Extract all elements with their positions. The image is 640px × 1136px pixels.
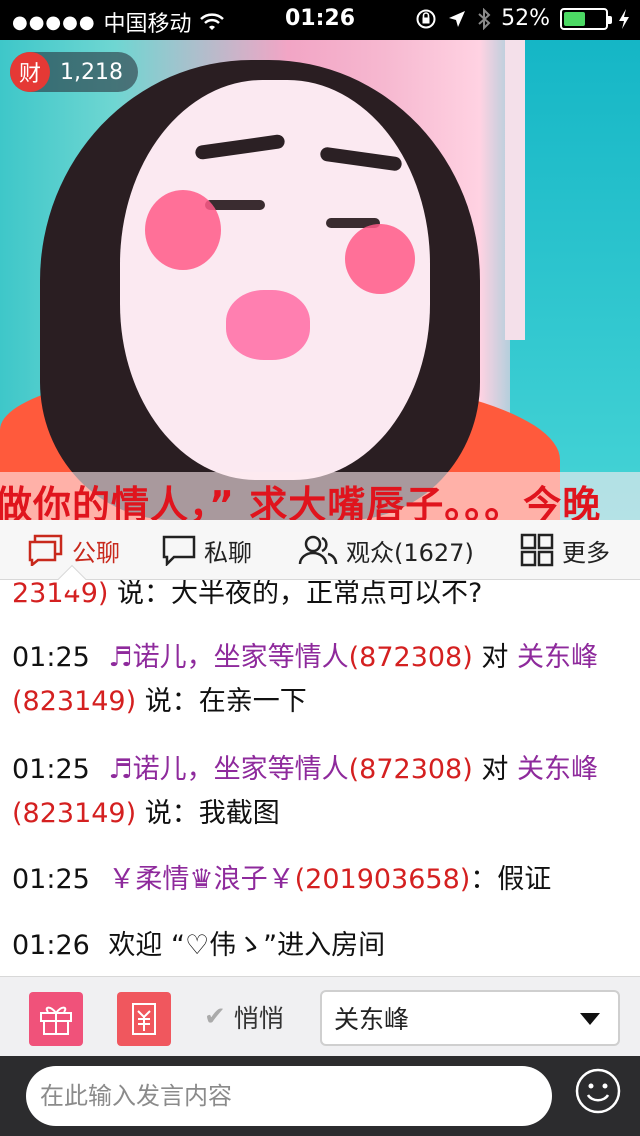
wealth-badge[interactable]: 财 1,218 bbox=[10, 52, 138, 92]
red-packet-icon bbox=[132, 1003, 156, 1035]
orientation-lock-icon bbox=[416, 9, 436, 28]
bluetooth-icon bbox=[478, 7, 491, 30]
welcome-text: 欢迎 “♡伟ゝ”进入房间 bbox=[108, 930, 386, 961]
message-time: 01:26 bbox=[12, 930, 90, 961]
sender-name[interactable]: ♬诺儿，坐家等情人 bbox=[108, 754, 348, 785]
chat-log[interactable]: 23149) 说：大半夜的，正常点可以不? 01:25 ♬诺儿，坐家等情人(87… bbox=[0, 580, 640, 976]
gift-icon bbox=[40, 1006, 72, 1035]
whisper-toggle[interactable]: ✔ 悄悄 bbox=[204, 999, 284, 1035]
red-packet-button[interactable] bbox=[117, 992, 171, 1046]
tab-audience-label: 观众(1627) bbox=[346, 538, 474, 567]
recipient-select[interactable]: 关东峰 bbox=[320, 990, 620, 1046]
action-row: ✔ 悄悄 关东峰 bbox=[0, 976, 640, 1056]
tab-public-chat-label: 公聊 bbox=[72, 538, 120, 567]
sender-id[interactable]: (201903658) bbox=[295, 864, 471, 895]
chat-message: 01:25 ♬诺儿，坐家等情人(872308) 对 关东峰 (823149) 说… bbox=[12, 636, 632, 724]
recipient-selected: 关东峰 bbox=[334, 1005, 410, 1034]
wealth-count: 1,218 bbox=[60, 59, 123, 85]
target-user-id[interactable]: 23149) bbox=[12, 580, 108, 609]
message-text: 说：大半夜的，正常点可以不? bbox=[108, 580, 483, 609]
gift-button[interactable] bbox=[29, 992, 83, 1046]
chat-tab-bar: 公聊 私聊 观众(1627) 更多 bbox=[0, 520, 640, 580]
target-id[interactable]: (823149) bbox=[12, 686, 136, 717]
location-arrow-icon bbox=[449, 10, 466, 27]
checkmark-icon: ✔ bbox=[204, 1002, 226, 1032]
video-lips bbox=[226, 290, 310, 360]
sender-id[interactable]: (872308) bbox=[349, 642, 473, 673]
message-text: 说：我截图 bbox=[136, 798, 280, 829]
battery-fill bbox=[564, 11, 585, 26]
tab-more[interactable]: 更多 bbox=[520, 520, 610, 580]
whisper-label: 悄悄 bbox=[233, 1004, 284, 1033]
chat-welcome-message: 01:26 欢迎 “♡伟ゝ”进入房间 bbox=[12, 924, 632, 968]
caret-down-icon bbox=[580, 1013, 600, 1025]
chat-message-partial: 23149) 说：大半夜的，正常点可以不? bbox=[12, 580, 632, 616]
message-time: 01:25 bbox=[12, 864, 90, 895]
status-right: 52% bbox=[415, 6, 630, 31]
video-background-frame bbox=[505, 40, 525, 340]
emoji-icon[interactable] bbox=[574, 1067, 622, 1115]
tab-audience[interactable]: 观众(1627) bbox=[298, 520, 474, 580]
private-chat-icon bbox=[162, 535, 196, 566]
message-time: 01:25 bbox=[12, 642, 90, 673]
status-bar: ●●●●● 中国移动 01:26 52% bbox=[0, 0, 640, 40]
video-cheek-left bbox=[145, 190, 221, 270]
charging-bolt-icon bbox=[619, 8, 629, 29]
chat-message: 01:25 ♬诺儿，坐家等情人(872308) 对 关东峰 (823149) 说… bbox=[12, 748, 632, 836]
message-text: 说：在亲一下 bbox=[136, 686, 307, 717]
message-time: 01:25 bbox=[12, 754, 90, 785]
sender-id[interactable]: (872308) bbox=[349, 754, 473, 785]
target-name[interactable]: 关东峰 bbox=[517, 754, 598, 785]
video-cheek-right bbox=[345, 224, 415, 294]
message-connector: 对 bbox=[481, 754, 509, 785]
live-video[interactable]: 做你的情人，” 求大嘴唇子。。。今晚 bbox=[0, 40, 640, 520]
message-connector: 对 bbox=[481, 642, 509, 673]
sender-name[interactable]: ♬诺儿，坐家等情人 bbox=[108, 642, 348, 673]
message-input[interactable] bbox=[26, 1066, 552, 1126]
target-id[interactable]: (823149) bbox=[12, 798, 136, 829]
chat-message: 01:25 ￥柔情♛浪子￥(201903658)：假证 bbox=[12, 858, 632, 902]
battery-percent: 52% bbox=[501, 6, 550, 31]
sender-name[interactable]: ￥柔情♛浪子￥ bbox=[108, 864, 294, 895]
public-chat-icon bbox=[28, 534, 63, 566]
video-subtitle: 做你的情人，” 求大嘴唇子。。。今晚 bbox=[0, 483, 602, 520]
tab-more-label: 更多 bbox=[562, 538, 610, 567]
target-name[interactable]: 关东峰 bbox=[517, 642, 598, 673]
audience-icon bbox=[298, 535, 338, 565]
tab-private-chat[interactable]: 私聊 bbox=[162, 520, 252, 580]
grid-icon bbox=[520, 533, 554, 567]
message-text: ：假证 bbox=[470, 864, 552, 895]
message-input-bar bbox=[0, 1056, 640, 1136]
wealth-icon: 财 bbox=[10, 52, 50, 92]
tab-private-chat-label: 私聊 bbox=[204, 538, 252, 567]
battery-icon bbox=[560, 7, 612, 30]
